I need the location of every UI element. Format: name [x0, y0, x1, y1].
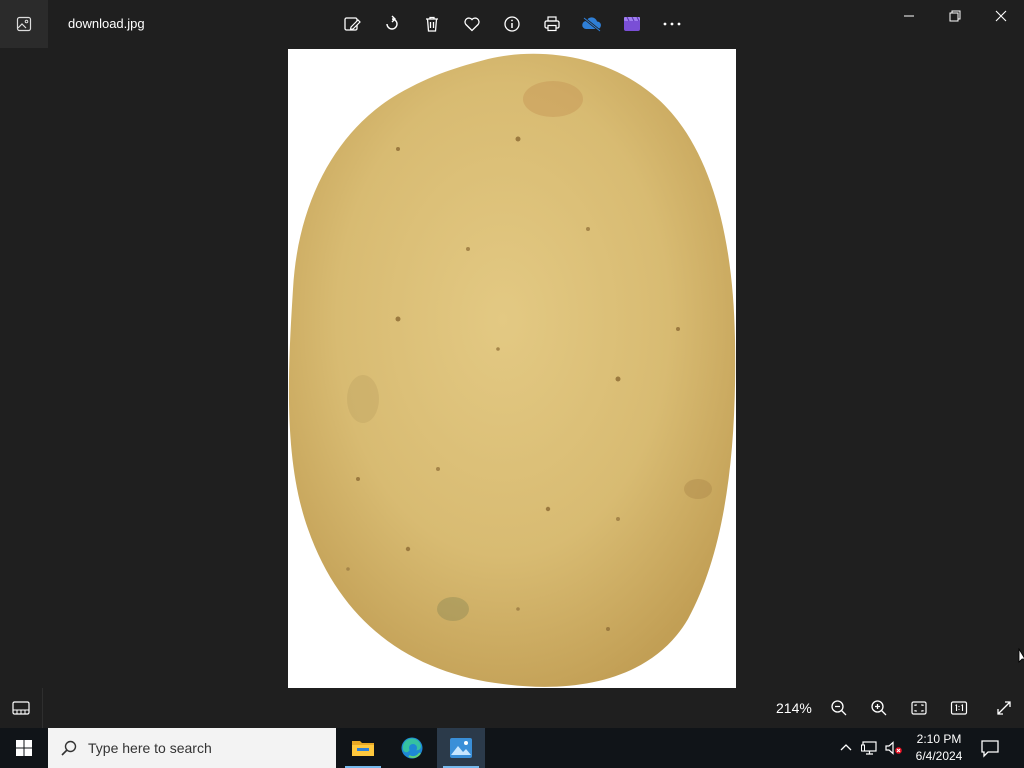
search-placeholder: Type here to search	[88, 740, 212, 756]
potato-image	[288, 49, 736, 688]
more-icon[interactable]	[661, 13, 683, 35]
favorite-icon[interactable]	[461, 13, 483, 35]
zoom-out-icon[interactable]	[828, 697, 850, 719]
clock-date: 6/4/2024	[915, 749, 963, 763]
filmstrip-button[interactable]	[0, 688, 43, 728]
edit-image-icon[interactable]	[341, 13, 363, 35]
taskbar-search-box[interactable]: Type here to search	[48, 728, 336, 768]
photos-app-icon	[16, 16, 32, 32]
windows-logo-icon	[16, 740, 32, 756]
video-editor-icon[interactable]	[621, 13, 643, 35]
clock-time: 2:10 PM	[916, 732, 962, 746]
photos-icon[interactable]	[437, 728, 485, 768]
onedrive-icon[interactable]	[581, 13, 603, 35]
action-center-icon[interactable]	[980, 738, 1000, 758]
taskbar-clock[interactable]: 2:10 PM 6/4/2024	[909, 731, 969, 765]
displayed-photo[interactable]	[288, 49, 736, 688]
mouse-cursor-icon	[1018, 648, 1024, 663]
windows-taskbar: Type here to search 2:10 PM 6/4/2024	[0, 728, 1024, 768]
print-icon[interactable]	[541, 13, 563, 35]
actual-size-icon[interactable]	[948, 697, 970, 719]
fullscreen-icon[interactable]	[993, 697, 1015, 719]
file-name-title: download.jpg	[68, 16, 145, 31]
close-icon	[995, 10, 1007, 22]
fit-to-window-icon[interactable]	[908, 697, 930, 719]
minimize-button[interactable]	[886, 0, 932, 32]
show-hidden-icons-chevron-icon[interactable]	[838, 740, 854, 756]
zoom-level-label: 214%	[776, 700, 812, 716]
close-button[interactable]	[978, 0, 1024, 32]
photos-app-button[interactable]	[0, 0, 48, 48]
minimize-icon	[904, 15, 914, 17]
start-button[interactable]	[0, 728, 48, 768]
network-icon[interactable]	[861, 740, 879, 756]
zoom-in-icon[interactable]	[868, 697, 890, 719]
filmstrip-icon	[12, 701, 30, 715]
restore-icon	[949, 10, 961, 22]
file-explorer-icon[interactable]	[339, 728, 387, 768]
edge-icon[interactable]	[388, 728, 436, 768]
search-icon	[61, 740, 77, 756]
rotate-icon[interactable]	[381, 13, 403, 35]
restore-button[interactable]	[932, 0, 978, 32]
info-icon[interactable]	[501, 13, 523, 35]
volume-muted-icon[interactable]	[885, 740, 903, 756]
viewer-bottom-toolbar: 214%	[0, 688, 1024, 728]
title-bar: download.jpg	[0, 0, 1024, 48]
delete-icon[interactable]	[421, 13, 443, 35]
image-viewer[interactable]	[0, 48, 1024, 688]
